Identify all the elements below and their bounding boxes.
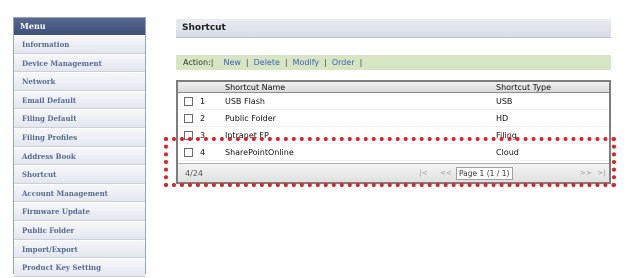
- shortcut-table: Shortcut Name Shortcut Type 1 USB Flash …: [176, 80, 611, 184]
- row-number: 3: [200, 131, 206, 140]
- menu-item-information[interactable]: Information: [14, 35, 145, 54]
- shortcut-type: HD: [496, 114, 509, 123]
- shortcut-name: SharePointOnline: [225, 148, 294, 157]
- menu-item-shortcut[interactable]: Shortcut: [14, 165, 145, 184]
- separator: |: [210, 58, 214, 67]
- menu-item-import-export[interactable]: Import/Export: [14, 239, 145, 259]
- row-checkbox[interactable]: [184, 131, 193, 140]
- table-row[interactable]: 2 Public Folder HD: [178, 110, 609, 127]
- menu-item-email-default[interactable]: Email Default: [14, 90, 145, 110]
- table-header: Shortcut Name Shortcut Type: [178, 82, 609, 93]
- record-count: 4/24: [185, 169, 203, 178]
- menu-item-product-key-setting[interactable]: Product Key Setting: [14, 258, 145, 277]
- menu-item-address-book[interactable]: Address Book: [14, 146, 145, 166]
- separator: |: [324, 58, 327, 67]
- separator: |: [284, 58, 288, 67]
- shortcut-name: Public Folder: [225, 114, 276, 123]
- row-checkbox[interactable]: [184, 114, 193, 123]
- shortcut-type: Cloud: [496, 148, 519, 157]
- new-button[interactable]: New: [223, 58, 240, 67]
- row-number: 2: [200, 114, 206, 123]
- menu-item-public-folder[interactable]: Public Folder: [14, 220, 145, 240]
- shortcut-type: USB: [496, 97, 513, 106]
- page-input[interactable]: Page 1 (1 / 1): [456, 167, 513, 180]
- row-number: 1: [200, 97, 206, 106]
- page-title: Shortcut: [176, 19, 611, 38]
- menu-item-device-management[interactable]: Device Management: [14, 53, 145, 73]
- menu-item-filing-default[interactable]: Filing Default: [14, 109, 145, 128]
- separator: |: [359, 58, 363, 67]
- menu-item-firmware-update[interactable]: Firmware Update: [14, 202, 145, 221]
- menu-header: Menu: [14, 18, 145, 35]
- sidebar-menu: Menu Information Device Management Netwo…: [13, 17, 146, 277]
- shortcut-name: USB Flash: [225, 97, 265, 106]
- prev-page-button[interactable]: <<: [440, 168, 452, 179]
- modify-button[interactable]: Modify: [293, 58, 320, 67]
- table-footer-pager: 4/24 |< << Page 1 (1 / 1) >> >|: [178, 163, 609, 182]
- row-checkbox[interactable]: [184, 148, 193, 157]
- action-label: Action:: [183, 58, 211, 67]
- column-header-shortcut-name[interactable]: Shortcut Name: [225, 82, 285, 93]
- order-button[interactable]: Order: [332, 58, 355, 67]
- menu-item-network[interactable]: Network: [14, 72, 145, 91]
- next-page-button[interactable]: >>: [580, 168, 592, 179]
- row-checkbox[interactable]: [184, 97, 193, 106]
- first-page-button[interactable]: |<: [418, 168, 429, 179]
- column-header-shortcut-type[interactable]: Shortcut Type: [496, 82, 551, 93]
- shortcut-name: Intranet FP: [225, 131, 269, 140]
- menu-item-filing-profiles[interactable]: Filing Profiles: [14, 127, 145, 147]
- row-number: 4: [200, 148, 206, 157]
- separator: |: [245, 58, 249, 67]
- table-row[interactable]: 1 USB Flash USB: [178, 93, 609, 110]
- table-row[interactable]: 4 SharePointOnline Cloud: [178, 144, 609, 161]
- delete-button[interactable]: Delete: [254, 58, 280, 67]
- action-bar: Action:| New | Delete | Modify | Order |: [176, 55, 611, 70]
- last-page-button[interactable]: >|: [596, 168, 607, 179]
- table-row[interactable]: 3 Intranet FP Filing: [178, 127, 609, 144]
- menu-item-account-management[interactable]: Account Management: [14, 183, 145, 203]
- shortcut-type: Filing: [496, 131, 517, 140]
